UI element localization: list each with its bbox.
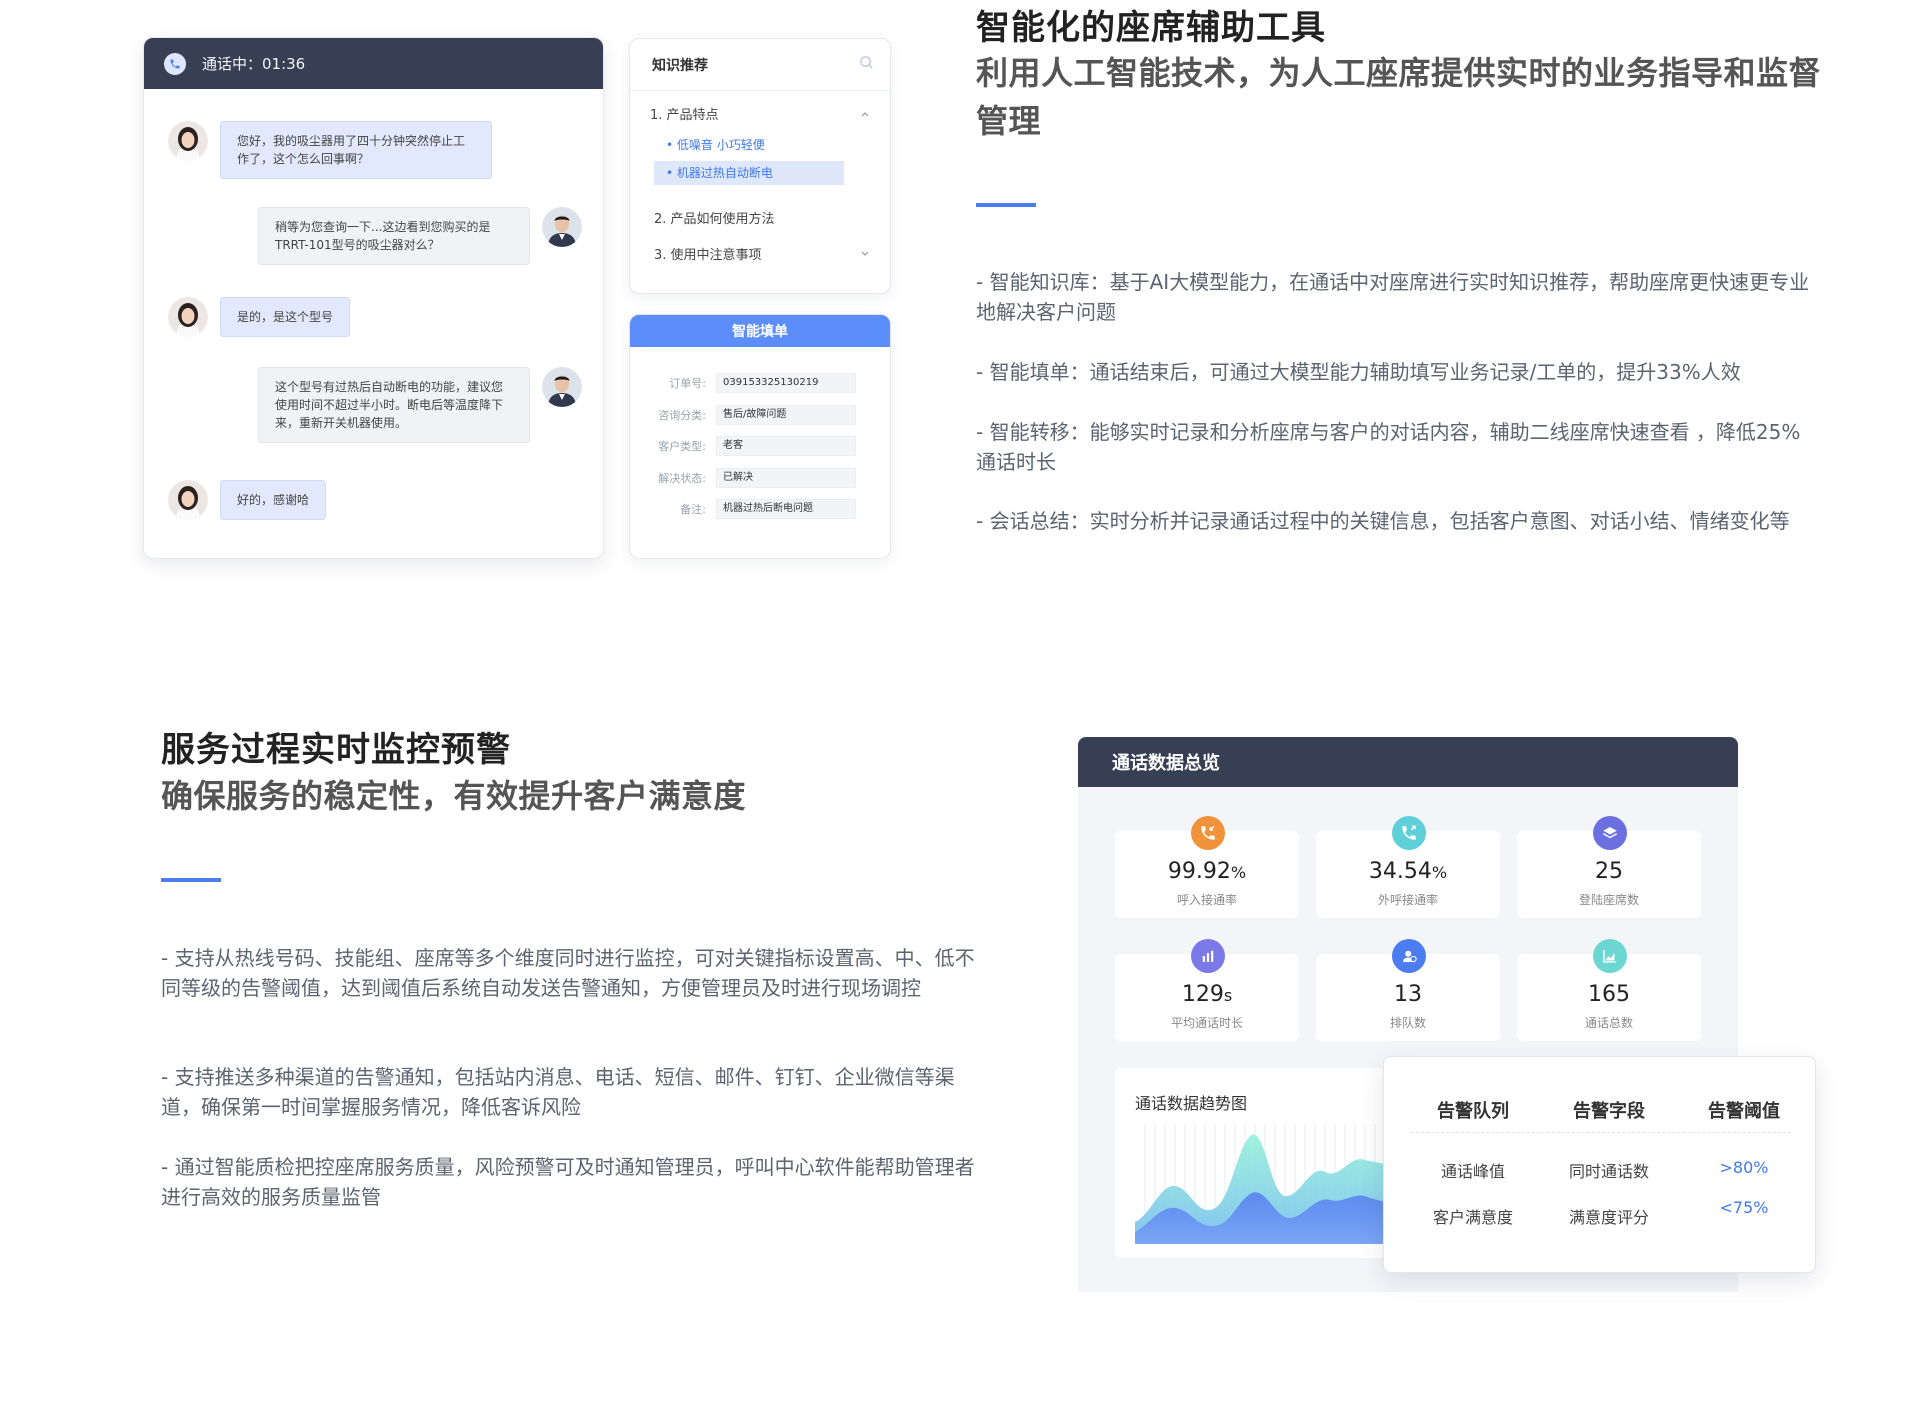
- knowledge-recommend-card: 知识推荐 1. 产品特点 • 低噪音 小巧轻便 • 机器过热自动断电 2. 产品…: [629, 38, 891, 294]
- form-label: 客户类型:: [658, 440, 706, 453]
- call-status: 通话中：01:36: [202, 55, 306, 73]
- form-field[interactable]: 机器过热后断电问题: [716, 499, 856, 519]
- section1-title: 智能化的座席辅助工具: [976, 8, 1326, 48]
- smart-form-card: 智能填单 订单号: 039153325130219 咨询分类: 售后/故障问题 …: [629, 314, 891, 559]
- chat-message-agent: 这个型号有过热后自动断电的功能，建议您使用时间不超过半小时。断电后等温度降下来，…: [258, 367, 582, 443]
- section2-point: - 支持从热线号码、技能组、座席等多个维度同时进行监控，可对关键指标设置高、中、…: [161, 946, 975, 1000]
- layers-icon: [1593, 816, 1627, 850]
- alert-threshold-table: 告警队列 告警字段 告警阈值 通话峰值 同时通话数 >80% 客户满意度 满意度…: [1383, 1056, 1816, 1273]
- form-field[interactable]: 039153325130219: [716, 373, 856, 393]
- form-row-order: 订单号: 039153325130219: [630, 372, 890, 394]
- form-row-status: 解决状态: 已解决: [630, 467, 890, 489]
- section1-point: - 会话总结：实时分析并记录通话过程中的关键信息，包括客户意图、对话小结、情绪变…: [976, 509, 1790, 533]
- knowledge-item[interactable]: 3. 使用中注意事项: [654, 244, 762, 263]
- stat-value: 165: [1588, 982, 1630, 1007]
- stat-card: 99.92% 呼入接通率: [1115, 816, 1299, 918]
- table-cell: 同时通话数: [1568, 1162, 1649, 1181]
- agent-avatar: [542, 367, 582, 407]
- chat-message-agent: 稍等为您查询一下...这边看到您购买的是TRRT-101型号的吸尘器对么？: [258, 207, 582, 265]
- stat-card: 129s 平均通话时长: [1115, 939, 1299, 1041]
- call-header: 通话中：01:36: [144, 38, 603, 89]
- search-icon[interactable]: [859, 55, 874, 74]
- agent-avatar: [542, 207, 582, 247]
- form-field[interactable]: 已解决: [716, 468, 856, 488]
- form-field[interactable]: 售后/故障问题: [716, 405, 856, 425]
- chevron-down-icon[interactable]: [860, 249, 870, 259]
- stat-value: 13: [1394, 982, 1422, 1007]
- section2-point: - 通过智能质检把控座席服务质量，风险预警可及时通知管理员，呼叫中心软件能帮助管…: [161, 1155, 975, 1209]
- form-label: 解决状态:: [658, 472, 706, 485]
- customer-avatar: [168, 121, 208, 161]
- section2-title: 服务过程实时监控预警: [161, 730, 511, 770]
- knowledge-item[interactable]: 1. 产品特点: [650, 104, 719, 123]
- table-divider: [1411, 1132, 1791, 1133]
- accent-divider: [161, 878, 221, 882]
- chevron-up-icon[interactable]: [860, 109, 870, 119]
- chat-message-customer: 您好，我的吸尘器用了四十分钟突然停止工作了，这个怎么回事啊？: [168, 121, 492, 179]
- stat-label: 平均通话时长: [1170, 1016, 1243, 1030]
- table-header: 告警阈值: [1708, 1101, 1780, 1122]
- knowledge-subitem[interactable]: • 低噪音 小巧轻便: [654, 133, 844, 157]
- stat-label: 呼入接通率: [1176, 893, 1237, 907]
- smart-form-title: 智能填单: [630, 315, 890, 347]
- chat-bubble: 是的，是这个型号: [220, 297, 351, 337]
- form-label: 备注:: [680, 503, 706, 516]
- chat-bubble: 您好，我的吸尘器用了四十分钟突然停止工作了，这个怎么回事啊？: [220, 121, 492, 179]
- dashboard-title: 通话数据总览: [1078, 737, 1738, 787]
- section2-point: - 支持推送多种渠道的告警通知，包括站内消息、电话、短信、邮件、钉钉、企业微信等…: [161, 1065, 955, 1119]
- stat-label: 通话总数: [1584, 1016, 1633, 1030]
- table-cell: 满意度评分: [1568, 1208, 1649, 1227]
- section1-point: - 智能填单：通话结束后，可通过大模型能力辅助填写业务记录/工单的，提升33%人…: [976, 360, 1741, 384]
- accent-divider: [976, 203, 1036, 207]
- stat-card: 34.54% 外呼接通率: [1316, 816, 1500, 918]
- stat-value: 34.54%: [1368, 859, 1448, 884]
- stat-label: 排队数: [1389, 1016, 1426, 1030]
- table-cell-threshold: >80%: [1719, 1158, 1769, 1177]
- chat-message-customer: 好的，感谢哈: [168, 480, 327, 520]
- bar-chart-icon: [1191, 939, 1225, 973]
- stat-card: 25 登陆座席数: [1517, 816, 1701, 918]
- table-cell: 客户满意度: [1432, 1208, 1513, 1227]
- stat-value: 25: [1595, 859, 1623, 884]
- section1-subtitle: 利用人工智能技术，为人工座席提供实时的业务指导和监督管理: [976, 54, 1822, 140]
- section2-subtitle: 确保服务的稳定性，有效提升客户满意度: [161, 777, 747, 815]
- area-chart-icon: [1593, 939, 1627, 973]
- trend-area-chart: [1135, 1124, 1385, 1244]
- form-row-category: 咨询分类: 售后/故障问题: [630, 404, 890, 426]
- chat-message-customer: 是的，是这个型号: [168, 297, 351, 337]
- chat-bubble: 这个型号有过热后自动断电的功能，建议您使用时间不超过半小时。断电后等温度降下来，…: [258, 367, 530, 443]
- phone-icon: [164, 52, 186, 75]
- chat-bubble: 稍等为您查询一下...这边看到您购买的是TRRT-101型号的吸尘器对么？: [258, 207, 530, 265]
- knowledge-item[interactable]: 2. 产品如何使用方法: [654, 208, 775, 227]
- trend-chart-card: 通话数据趋势图: [1115, 1068, 1385, 1258]
- trend-chart-title: 通话数据趋势图: [1135, 1094, 1248, 1113]
- form-field[interactable]: 老客: [716, 436, 856, 456]
- customer-avatar: [168, 480, 208, 520]
- form-label: 订单号:: [669, 377, 706, 390]
- phone-outgoing-icon: [1392, 816, 1426, 850]
- section1-point: - 智能知识库：基于AI大模型能力，在通话中对座席进行实时知识推荐，帮助座席更快…: [976, 270, 1810, 324]
- form-row-remark: 备注: 机器过热后断电问题: [630, 498, 890, 520]
- customer-avatar: [168, 297, 208, 337]
- stat-card: 13 排队数: [1316, 939, 1500, 1041]
- table-header: 告警字段: [1573, 1101, 1645, 1122]
- call-chat-panel: 通话中：01:36 您好，我的吸尘器用了四十分钟突然停止工作了，这个怎么回事啊？…: [143, 37, 604, 559]
- knowledge-header: 知识推荐: [630, 39, 890, 91]
- stat-value: 129s: [1181, 982, 1233, 1007]
- phone-incoming-icon: [1191, 816, 1225, 850]
- form-label: 咨询分类:: [658, 409, 706, 422]
- table-header: 告警队列: [1437, 1101, 1509, 1122]
- section1-point: - 智能转移：能够实时记录和分析座席与客户的对话内容，辅助二线座席快速查看 ，降…: [976, 420, 1801, 474]
- stat-card: 165 通话总数: [1517, 939, 1701, 1041]
- queue-user-icon: [1392, 939, 1426, 973]
- table-cell: 通话峰值: [1440, 1162, 1505, 1181]
- stat-label: 登陆座席数: [1578, 893, 1639, 907]
- stat-label: 外呼接通率: [1377, 893, 1438, 907]
- form-row-customer-type: 客户类型: 老客: [630, 435, 890, 457]
- table-cell-threshold: <75%: [1719, 1198, 1769, 1217]
- chat-bubble: 好的，感谢哈: [220, 480, 327, 520]
- stat-value: 99.92%: [1167, 859, 1247, 884]
- knowledge-subitem-selected[interactable]: • 机器过热自动断电: [654, 161, 844, 185]
- knowledge-title: 知识推荐: [652, 57, 708, 74]
